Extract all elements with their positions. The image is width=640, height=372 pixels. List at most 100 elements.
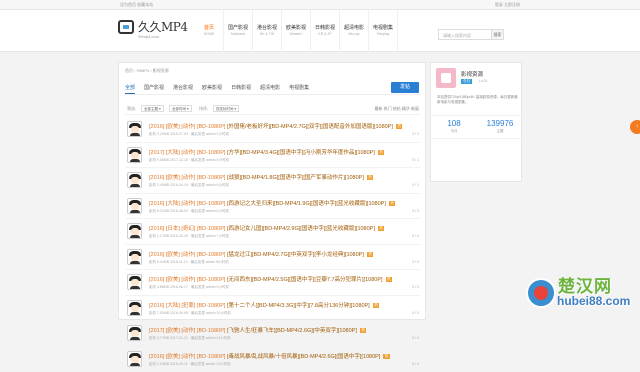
hot-badge: 热 [389, 201, 396, 206]
thread-row[interactable]: [2016] [大陆] [犯罪] [BD-1080P] [第十二个人][BD-M… [125, 296, 421, 322]
thread-title[interactable]: [2016] [欧美] [动作] [BD-1080P] [外国佬/老板好坏][B… [149, 122, 402, 130]
top-strip: 设为首页 收藏本站 登录 立即注册 [0, 0, 640, 10]
tab-bluray[interactable]: 超清电影 [260, 81, 280, 94]
thread-title-text[interactable]: [外国佬/老板好坏][BD-MP4/2.7G][双字][国语配音外加国语版][1… [227, 124, 393, 130]
nav-item-western[interactable]: 欧美影视Western [282, 10, 311, 52]
watermark-url: hubei88.com [557, 294, 630, 308]
thread-stats: 0 / 0 [412, 311, 419, 315]
header: 久久MP4 99mp4.com 首页HOME 国产影视Mainland 港台影视… [0, 10, 640, 52]
search-input[interactable]: 请输入搜索内容 [443, 33, 471, 39]
search-button[interactable]: 搜索 [491, 30, 503, 39]
back-to-top-button[interactable]: ↑ [630, 120, 640, 134]
thread-row[interactable]: [2016] [欧美] [动作] [BD-1080P] [毒战风暴/乱战风暴/十… [125, 347, 421, 372]
thread-title[interactable]: [2016] [日本] [奇幻] [BD-1080P] [西游记女儿国][BD-… [149, 224, 384, 232]
thread-list-panel: 首页 › 99MP4 › 影视资源 全部 国产影视 港台影视 欧美影视 日韩影视… [118, 62, 426, 320]
thread-title[interactable]: [2016] [欧美] [动作] [BD-1080P] [无间西东][BD-MP… [149, 275, 392, 283]
user-avatar[interactable] [127, 325, 142, 341]
filter-bar: 筛选: 全部主题 ▾ 全部时间 ▾ 排序: 按发帖时间 ▾ 最新 热门 热帖 精… [125, 103, 421, 115]
filter-topic-select[interactable]: 全部主题 ▾ [141, 105, 164, 112]
forum-level: Lv.25 [479, 79, 487, 83]
nav-item-hktw[interactable]: 港台影视HK & TW [253, 10, 282, 52]
thread-row[interactable]: [2016] [大陆] [动作] [BD-1080P] [西游记之大圣归来][B… [125, 194, 421, 220]
tab-hktw[interactable]: 港台影视 [173, 81, 193, 94]
hot-badge: 热 [378, 226, 385, 231]
sort-options[interactable]: 最新 热门 热帖 精华 新窗 [375, 106, 419, 112]
nav-item-teleplay[interactable]: 电视剧集Teleplay [369, 10, 398, 52]
forum-avatar-icon[interactable] [436, 68, 456, 88]
forum-info-card: 影视资源 今日 Lv.25 本站提供720p/1080p/4K 高清影视资源，每… [430, 62, 522, 182]
main-nav: 首页HOME 国产影视Mainland 港台影视HK & TW 欧美影视West… [195, 10, 398, 52]
thread-stats: 0 / 2 [412, 132, 419, 136]
user-avatar[interactable] [127, 274, 142, 290]
user-avatar[interactable] [127, 147, 142, 163]
thread-tags: [2016] [大陆] [犯罪] [BD-1080P] [149, 303, 225, 309]
user-avatar[interactable] [127, 249, 142, 265]
thread-title[interactable]: [2016] [欧美] [动作] [BD-1080P] [毒战风暴/乱战风暴/十… [149, 352, 390, 360]
thread-stats: 0 / 0 [412, 336, 419, 340]
logo-title: 久久MP4 [138, 18, 188, 35]
thread-title-text[interactable]: [西游记女儿国][BD-MP4/2.9G][国语中字][蓝光收藏版][1080P… [227, 226, 375, 232]
user-avatar[interactable] [127, 172, 142, 188]
thread-tags: [2016] [欧美] [动作] [BD-1080P] [149, 354, 225, 360]
thread-title-text[interactable]: [猛龙过江][BD-MP4/2.7G][中英双字][李小龙经典][1080P] [227, 252, 364, 258]
thread-title-text[interactable]: [第十二个人][BD-MP4/3.3G][中字][7.8高分136分钟][108… [227, 303, 370, 309]
filter-time-select[interactable]: 全部时间 ▾ [169, 105, 192, 112]
thread-title[interactable]: [2016] [欧美] [动作] [BD-1080P] [猛龙过江][BD-MP… [149, 250, 373, 258]
nav-item-krjp[interactable]: 日韩影视KR & JP [311, 10, 340, 52]
watermark: 楚汉网 hubei88.com [520, 272, 640, 320]
tab-krjp[interactable]: 日韩影视 [231, 81, 251, 94]
thread-row[interactable]: [2017] [大陆] [动作] [BD-1080P] [方华][BD-MP4/… [125, 143, 421, 169]
thread-title-text[interactable]: [无间西东][BD-MP4/2.5G][国语中字][豆瓣7.7高分犯罪片][10… [227, 277, 383, 283]
hot-badge: 热 [386, 277, 393, 282]
thread-title-text[interactable]: [飞驰人生/狂暴飞车][BD-MP4/2.6G][中英双字][1080P] [227, 328, 357, 334]
thread-meta: 影机 8.21MB 2016-08-03 · 最后发表 admin 6小时前 [149, 209, 229, 214]
thread-row[interactable]: [2016] [欧美] [动作] [BD-1080P] [猛龙过江][BD-MP… [125, 245, 421, 271]
hot-badge: 热 [373, 303, 380, 308]
thread-row[interactable]: [2016] [日本] [奇幻] [BD-1080P] [西游记女儿国][BD-… [125, 219, 421, 245]
thread-title-text[interactable]: [方华][BD-MP4/3.4G][国语中字][冯小刚芳华年度作品][1080P… [227, 150, 375, 156]
thread-title-text[interactable]: [西游记之大圣归来][BD-MP4/1.9G][国语中字][蓝光收藏版][108… [227, 201, 386, 207]
forum-name[interactable]: 影视资源 [461, 70, 483, 78]
thread-stats: 0 / 0 [412, 285, 419, 289]
hot-badge: 热 [396, 124, 403, 129]
topbar-right-links[interactable]: 登录 立即注册 [495, 2, 520, 8]
user-avatar[interactable] [127, 121, 142, 137]
nav-item-mainland[interactable]: 国产影视Mainland [224, 10, 253, 52]
breadcrumb[interactable]: 首页 › 99MP4 › 影视资源 [125, 68, 169, 74]
user-avatar[interactable] [127, 300, 142, 316]
thread-row[interactable]: [2016] [欧美] [动作] [BD-1080P] [无间西东][BD-MP… [125, 270, 421, 296]
tv-icon [118, 20, 134, 34]
thread-title[interactable]: [2016] [大陆] [犯罪] [BD-1080P] [第十二个人][BD-M… [149, 301, 379, 309]
nav-item-bluray[interactable]: 超清电影Blu-ray [340, 10, 369, 52]
tab-teleplay[interactable]: 电视剧集 [289, 81, 309, 94]
thread-row[interactable]: [2016] [欧美] [动作] [BD-1080P] [战狼][BD-MP4/… [125, 168, 421, 194]
thread-title-text[interactable]: [战狼][BD-MP4/1.8G][国语中字][国产军事动作片][1080P] [227, 175, 364, 181]
thread-title[interactable]: [2017] [欧美] [动作] [BD-1080P] [飞驰人生/狂暴飞车][… [149, 326, 366, 334]
sort-label: 排序: [199, 106, 208, 112]
filter-label: 筛选: [127, 106, 136, 112]
search-box[interactable]: 请输入搜索内容 搜索 [438, 29, 504, 40]
user-avatar[interactable] [127, 351, 142, 367]
thread-title[interactable]: [2016] [大陆] [动作] [BD-1080P] [西游记之大圣归来][B… [149, 199, 395, 207]
category-tabs: 全部 国产影视 港台影视 欧美影视 日韩影视 超清电影 电视剧集 [125, 81, 421, 95]
user-avatar[interactable] [127, 198, 142, 214]
thread-title[interactable]: [2017] [大陆] [动作] [BD-1080P] [方华][BD-MP4/… [149, 148, 384, 156]
thread-title[interactable]: [2016] [欧美] [动作] [BD-1080P] [战狼][BD-MP4/… [149, 173, 373, 181]
thread-meta: 影机 3.29MB 2016-07-02 · 最后发表 admin 2小时前 [149, 132, 229, 137]
thread-row[interactable]: [2016] [欧美] [动作] [BD-1080P] [外国佬/老板好坏][B… [125, 117, 421, 143]
tab-western[interactable]: 欧美影视 [202, 81, 222, 94]
new-post-button[interactable]: 发帖 [391, 82, 419, 93]
hot-badge: 热 [367, 175, 374, 180]
tab-all[interactable]: 全部 [125, 81, 135, 94]
thread-title-text[interactable]: [毒战风暴/乱战风暴/十倍风暴][BD-MP4/2.6G][国语中字][1080… [227, 354, 380, 360]
topbar-left-links[interactable]: 设为首页 收藏本站 [120, 2, 153, 8]
user-avatar[interactable] [127, 223, 142, 239]
tab-mainland[interactable]: 国产影视 [144, 81, 164, 94]
stat-topics: 139976主题 [477, 116, 523, 138]
sort-select[interactable]: 按发帖时间 ▾ [213, 105, 239, 112]
nav-item-home[interactable]: 首页HOME [195, 10, 224, 52]
hot-badge: 热 [367, 252, 374, 257]
thread-row[interactable]: [2017] [欧美] [动作] [BD-1080P] [飞驰人生/狂暴飞车][… [125, 321, 421, 347]
site-logo[interactable]: 久久MP4 99mp4.com [118, 18, 190, 44]
thread-meta: 影机 9.06MB 2017-12-15 · 最后发表 admin 5小时前 [149, 158, 229, 163]
